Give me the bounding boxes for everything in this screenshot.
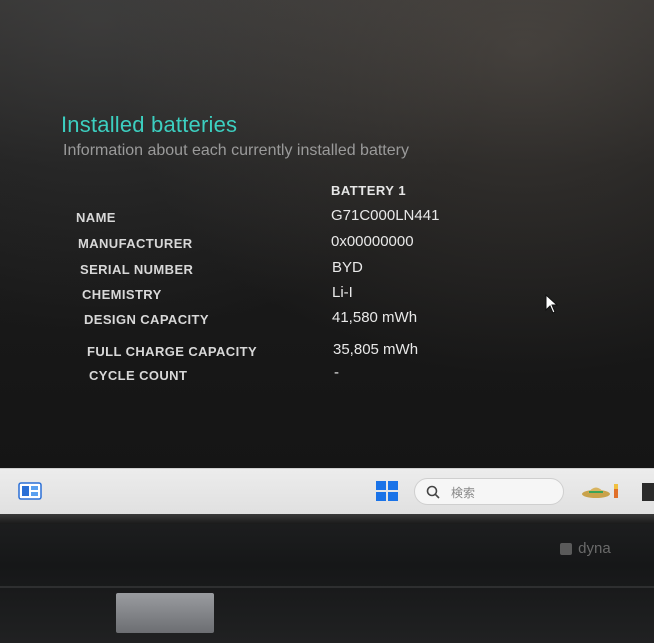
row-label-chemistry: CHEMISTRY [82,287,162,302]
row-value-name: G71C000LN441 [331,207,440,224]
brand-logo: dyna [560,540,611,557]
row-label-serial-number: SERIAL NUMBER [80,262,194,277]
taskbar: 検索 [0,468,654,515]
widgets-icon[interactable] [18,482,42,500]
laptop-screen: Installed batteries Information about ea… [0,0,654,470]
row-label-cycle-count: CYCLE COUNT [89,368,188,383]
search-icon [426,485,440,499]
row-label-manufacturer: MANUFACTURER [78,236,193,251]
row-label-design-capacity: DESIGN CAPACITY [84,312,209,327]
search-placeholder: 検索 [451,486,476,500]
weather-icon[interactable] [580,480,624,502]
hinge-block [116,593,214,633]
row-value-chemistry: Li-I [332,284,353,301]
page-title: Installed batteries [61,112,238,137]
system-tray-edge [642,483,654,501]
bezel-edge [0,514,654,524]
row-value-manufacturer: 0x00000000 [331,233,414,250]
battery-column-header: BATTERY 1 [331,183,407,198]
row-value-serial-number: BYD [332,259,363,276]
windows-start-icon[interactable] [375,480,399,502]
hinge-line [0,586,654,588]
row-value-full-charge-capacity: 35,805 mWh [333,341,419,358]
page-subtitle: Information about each currently install… [63,142,409,159]
brand-mark-icon [560,543,572,556]
row-label-name: NAME [76,210,116,225]
brand-text: dyna [578,540,611,557]
mouse-cursor-icon [545,294,559,314]
row-value-design-capacity: 41,580 mWh [332,309,418,326]
laptop-bezel: dyna [0,514,654,643]
row-value-cycle-count: - [334,364,339,381]
row-label-full-charge-capacity: FULL CHARGE CAPACITY [87,344,258,359]
taskbar-search-box[interactable]: 検索 [414,478,564,505]
photo-scene: Installed batteries Information about ea… [0,0,654,643]
